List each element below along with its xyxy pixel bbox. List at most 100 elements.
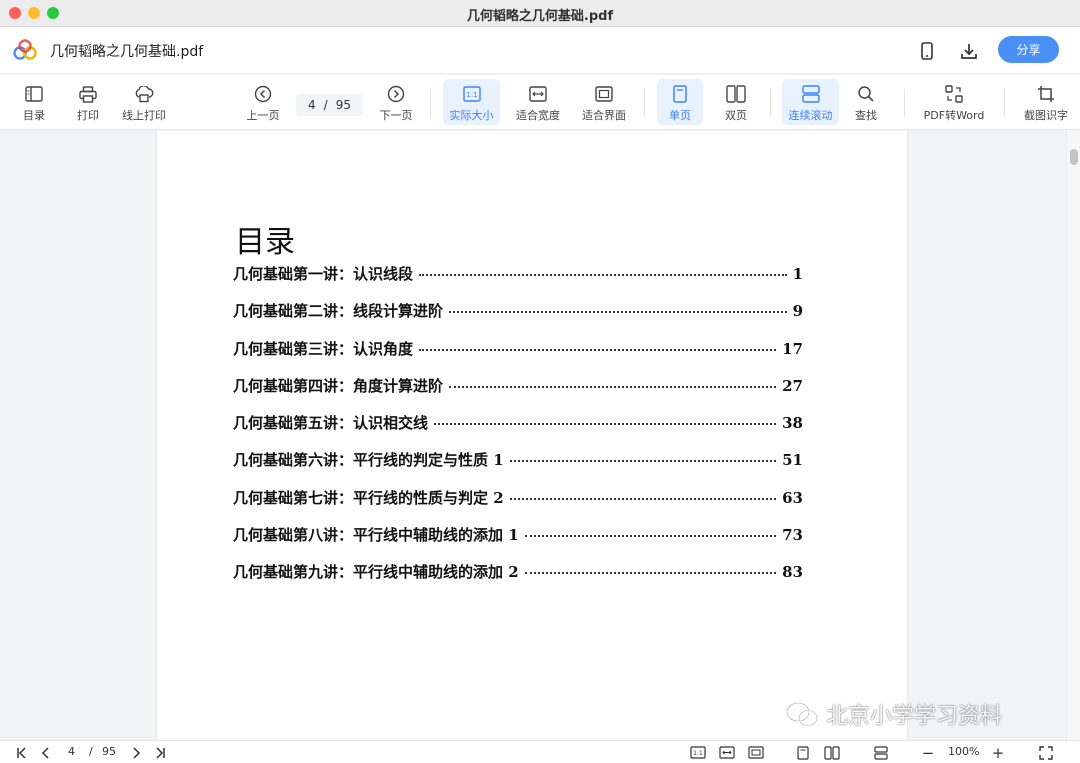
- single-page-button[interactable]: 单页: [657, 79, 703, 125]
- actual-size-button[interactable]: 1:1 实际大小: [443, 79, 500, 125]
- toc-entry-leader: [449, 311, 787, 314]
- svg-text:1:1: 1:1: [466, 91, 477, 99]
- print-button[interactable]: 打印: [68, 79, 108, 125]
- mobile-icon[interactable]: [914, 38, 940, 64]
- next-page-button[interactable]: 下一页: [375, 79, 417, 125]
- fit-width-button[interactable]: 适合宽度: [512, 79, 564, 125]
- page-number-input[interactable]: 4 / 95: [296, 94, 363, 116]
- zoom-level: 100%: [948, 745, 980, 758]
- online-print-button[interactable]: 线上打印: [118, 79, 170, 125]
- download-icon[interactable]: [956, 38, 982, 64]
- toc-entry-title: 几何基础第八讲：平行线中辅助线的添加 1: [233, 526, 519, 545]
- fit-page-button[interactable]: 适合界面: [578, 79, 630, 125]
- online-print-label: 线上打印: [122, 109, 166, 122]
- watermark-text: 北京小学学习资料: [826, 704, 1003, 729]
- double-page-icon[interactable]: [822, 744, 842, 761]
- status-bar: 4 / 95 1:1 − 100% +: [0, 740, 1080, 763]
- toc-list: 几何基础第一讲：认识线段 1 几何基础第二讲：线段计算进阶 9 几何基础第三讲：认识角度…: [233, 263, 803, 599]
- vertical-scrollbar[interactable]: [1066, 131, 1080, 740]
- toc-entry-leader: [419, 274, 787, 276]
- chevron-right-icon[interactable]: [127, 744, 145, 761]
- toc-entry-title: 几何基础第一讲：认识线段: [233, 265, 414, 283]
- toc-entry-leader: [449, 385, 777, 388]
- toc-entry-leader: [509, 497, 777, 500]
- toc-entry[interactable]: 几何基础第五讲：认识相交线 38: [233, 412, 803, 449]
- status-total-pages: 95: [102, 745, 116, 758]
- toc-entry[interactable]: 几何基础第四讲：角度计算进阶 27: [233, 375, 803, 412]
- zoom-out-button[interactable]: −: [918, 744, 938, 762]
- toc-entry[interactable]: 几何基础第七讲：平行线的性质与判定 2 63: [233, 487, 803, 524]
- toolbar: 目录 打印 线上打印 上一页 4 / 95 下一页 1:1 实际大小 适合宽度 …: [0, 75, 1080, 130]
- crop-icon: [1036, 84, 1056, 104]
- prev-page-label: 上一页: [246, 109, 280, 122]
- convert-icon: [944, 84, 964, 104]
- continuous-scroll-button[interactable]: 连续滚动: [782, 79, 839, 125]
- single-page-icon[interactable]: [794, 744, 812, 761]
- toc-entry-title: 几何基础第五讲：认识相交线: [233, 414, 429, 433]
- fit-page-icon[interactable]: [746, 744, 766, 761]
- double-page-label: 双页: [725, 109, 747, 122]
- first-page-icon[interactable]: [14, 744, 32, 761]
- toc-entry-page: 27: [782, 376, 803, 395]
- search-icon: [856, 84, 876, 104]
- screenshot-ocr-button[interactable]: 截图识字: [1018, 79, 1074, 125]
- last-page-icon[interactable]: [150, 744, 168, 761]
- toc-entry-page: 1: [792, 265, 803, 283]
- print-label: 打印: [77, 109, 99, 122]
- toc-entry-title: 几何基础第二讲：线段计算进阶: [233, 302, 444, 321]
- share-button[interactable]: 分享: [998, 36, 1059, 63]
- toc-heading: 目录: [235, 225, 295, 260]
- scrollbar-thumb[interactable]: [1070, 149, 1078, 165]
- toolbar-divider: [1004, 89, 1005, 117]
- toc-entry[interactable]: 几何基础第六讲：平行线的判定与性质 1 51: [233, 449, 803, 486]
- toc-entry-page: 63: [782, 488, 803, 507]
- cloud-print-icon: [134, 84, 154, 104]
- fullscreen-icon[interactable]: [1036, 744, 1056, 761]
- toc-entry[interactable]: 几何基础第二讲：线段计算进阶 9: [233, 300, 803, 337]
- toc-entry-leader: [524, 572, 777, 575]
- toc-entry-leader: [509, 460, 777, 463]
- watermark: 北京小学学习资料: [784, 698, 1002, 730]
- toc-entry-title: 几何基础第三讲：认识角度: [233, 339, 414, 358]
- toc-button[interactable]: 目录: [14, 79, 54, 125]
- screenshot-ocr-label: 截图识字: [1024, 109, 1068, 122]
- document-viewport[interactable]: 目录 几何基础第一讲：认识线段 1 几何基础第二讲：线段计算进阶 9 几何基础第三讲：认…: [0, 131, 1080, 740]
- actual-size-icon[interactable]: 1:1: [688, 744, 708, 761]
- toc-entry-page: 9: [792, 302, 803, 321]
- window-titlebar: 几何韬略之几何基础.pdf: [0, 0, 1080, 27]
- toc-entry[interactable]: 几何基础第三讲：认识角度 17: [233, 338, 803, 375]
- toc-entry-leader: [419, 348, 777, 351]
- toc-entry[interactable]: 几何基础第九讲：平行线中辅助线的添加 2 83: [233, 561, 803, 598]
- app-logo-icon: [13, 39, 37, 60]
- window-title: 几何韬略之几何基础.pdf: [466, 9, 614, 24]
- status-current-page: 4: [68, 745, 75, 758]
- status-page-separator: /: [89, 745, 93, 758]
- next-page-label: 下一页: [379, 109, 413, 122]
- toc-entry[interactable]: 几何基础第一讲：认识线段 1: [233, 263, 803, 300]
- toc-entry-title: 几何基础第七讲：平行线的性质与判定 2: [233, 488, 504, 507]
- zoom-in-button[interactable]: +: [988, 744, 1008, 762]
- pdf-to-word-button[interactable]: PDF转Word: [920, 79, 988, 125]
- double-page-button[interactable]: 双页: [713, 79, 759, 125]
- prev-page-button[interactable]: 上一页: [242, 79, 284, 125]
- toc-entry-leader: [434, 423, 777, 426]
- toolbar-divider: [644, 89, 645, 117]
- fit-width-icon[interactable]: [717, 744, 737, 761]
- toc-entry[interactable]: 几何基础第八讲：平行线中辅助线的添加 1 73: [233, 524, 803, 561]
- continuous-scroll-icon[interactable]: [871, 744, 891, 761]
- single-page-icon: [670, 84, 690, 104]
- actual-size-label: 实际大小: [449, 109, 494, 122]
- find-button[interactable]: 查找: [846, 79, 886, 125]
- total-pages: 95: [335, 98, 351, 112]
- chevron-left-icon[interactable]: [37, 744, 55, 761]
- toc-entry-page: 73: [782, 526, 803, 545]
- actual-size-icon: 1:1: [462, 84, 482, 104]
- wechat-icon: [786, 702, 818, 727]
- toc-entry-title: 几何基础第九讲：平行线中辅助线的添加 2: [233, 563, 519, 582]
- app-header: 几何韬略之几何基础.pdf 分享: [0, 27, 1080, 74]
- toolbar-divider: [904, 89, 905, 117]
- toc-entry-page: 51: [782, 451, 803, 470]
- single-page-label: 单页: [669, 109, 691, 122]
- double-page-icon: [726, 84, 746, 104]
- pdf-to-word-label: PDF转Word: [923, 109, 985, 122]
